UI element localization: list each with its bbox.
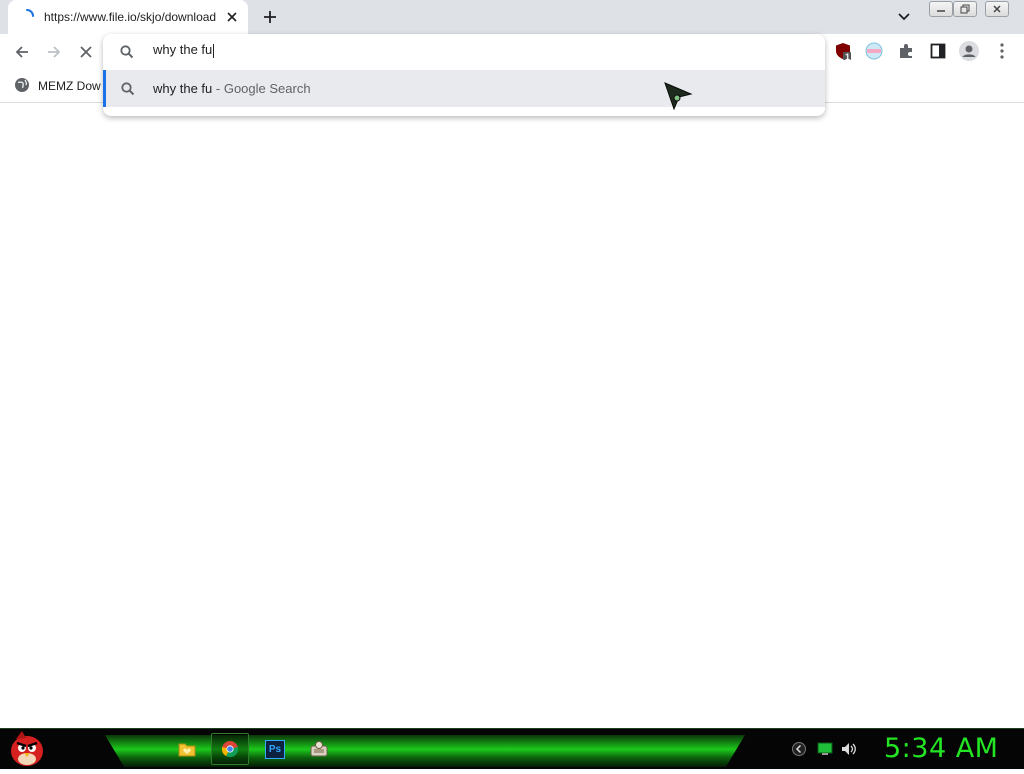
app-icon[interactable] (300, 733, 338, 765)
address-bar-query: why the fu (153, 42, 213, 57)
browser-tab[interactable]: https://www.file.io/skjo/download (8, 0, 248, 34)
suggestion-source: Google Search (223, 81, 311, 96)
tab-title: https://www.file.io/skjo/download (44, 10, 217, 24)
taskbar-clock[interactable]: 5:34 AM (884, 733, 998, 764)
text-caret (213, 43, 215, 58)
restore-button[interactable] (953, 1, 977, 17)
bookmark-label: MEMZ Dow (38, 79, 101, 93)
suggestion-search-icon (120, 81, 136, 97)
tab-search-chevron-icon[interactable] (893, 7, 915, 27)
tray-chevron-icon[interactable] (791, 741, 807, 757)
minimize-button[interactable] (929, 1, 953, 17)
bookmark-item[interactable]: MEMZ Dow (14, 76, 101, 96)
ublock-extension-icon[interactable]: 1 (832, 40, 854, 62)
close-window-button[interactable] (985, 1, 1009, 17)
loading-spinner-icon (20, 9, 34, 23)
back-button[interactable] (8, 38, 36, 66)
new-tab-button[interactable] (258, 6, 282, 28)
chrome-icon[interactable] (211, 733, 249, 765)
volume-icon[interactable] (841, 741, 857, 757)
menu-kebab-icon[interactable] (991, 40, 1013, 62)
forward-button[interactable] (40, 38, 68, 66)
photoshop-label: Ps (265, 739, 285, 759)
network-icon[interactable] (817, 741, 833, 757)
extension-badge: 1 (845, 52, 851, 62)
folder-icon[interactable] (168, 733, 206, 765)
tab-close-icon[interactable] (222, 7, 242, 27)
omnibox-dropdown: why the fu why the fu - Google Search (103, 34, 825, 116)
profile-avatar-icon[interactable] (958, 40, 980, 62)
extensions-puzzle-icon[interactable] (895, 40, 917, 62)
search-icon (119, 44, 135, 60)
taskbar: Ps 5:34 AM (0, 728, 1024, 769)
stop-loading-button[interactable] (72, 38, 100, 66)
side-panel-icon[interactable] (927, 40, 949, 62)
omnibox-suggestion[interactable]: why the fu - Google Search (103, 70, 825, 107)
tab-strip: https://www.file.io/skjo/download (0, 0, 1024, 34)
photoshop-icon[interactable]: Ps (256, 733, 294, 765)
start-button[interactable] (6, 729, 48, 769)
address-bar-input[interactable]: why the fu (153, 42, 753, 62)
suggestion-text: why the fu (153, 81, 213, 96)
mouse-cursor-icon (664, 82, 694, 112)
globe-icon (14, 77, 30, 96)
suggestion-separator: - (212, 81, 224, 96)
extension-icon[interactable] (863, 40, 885, 62)
